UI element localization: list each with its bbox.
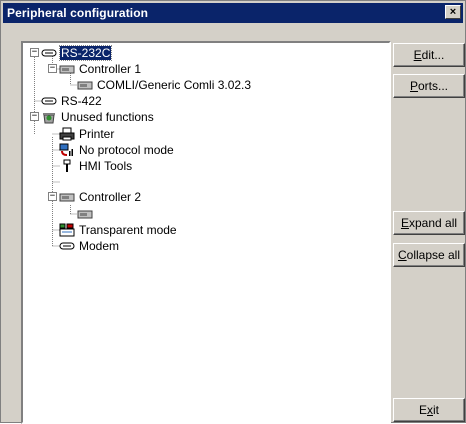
close-button[interactable]: × bbox=[445, 5, 461, 19]
tree-node-transparent-mode[interactable]: Transparent mode bbox=[59, 222, 178, 238]
serial-port-icon bbox=[41, 94, 57, 108]
collapse-all-button-mnemonic: C bbox=[397, 248, 407, 262]
unused-functions-icon bbox=[41, 110, 57, 124]
tree-node-label: Transparent mode bbox=[79, 223, 177, 237]
expand-all-button-mnemonic: E bbox=[400, 216, 409, 230]
expander-unused-functions[interactable]: − bbox=[30, 112, 39, 121]
tree-node-controller-2-child[interactable] bbox=[77, 206, 98, 222]
expander-rs232c[interactable]: − bbox=[30, 48, 39, 57]
exit-button-text-rest: it bbox=[433, 403, 439, 417]
tree-node-controller-2[interactable]: Controller 2 bbox=[59, 189, 142, 205]
title-bar: Peripheral configuration × bbox=[3, 3, 463, 23]
controller-icon bbox=[77, 207, 93, 221]
edit-button-text-rest: dit... bbox=[421, 48, 445, 62]
expander-controller-1[interactable]: − bbox=[48, 64, 57, 73]
tree-node-label: COMLI/Generic Comli 3.02.3 bbox=[97, 78, 252, 92]
tree-node-controller-1[interactable]: Controller 1 bbox=[59, 61, 142, 77]
collapse-all-button-text-rest: ollapse all bbox=[406, 248, 461, 262]
tree-node-label: Unused functions bbox=[61, 110, 154, 124]
controller-icon bbox=[59, 62, 75, 76]
edit-button[interactable]: Edit... bbox=[393, 43, 465, 67]
edit-button-mnemonic: E bbox=[413, 48, 422, 62]
no-protocol-icon bbox=[59, 143, 75, 157]
exit-button-text: E bbox=[418, 403, 427, 417]
tree-node-modem[interactable]: Modem bbox=[59, 238, 120, 254]
tree-node-label: RS-422 bbox=[61, 94, 102, 108]
expand-all-button[interactable]: Expand all bbox=[393, 211, 465, 235]
controller-icon bbox=[59, 190, 75, 204]
tree-node-label: RS-232C bbox=[58, 45, 113, 61]
expand-all-button-text-rest: xpand all bbox=[408, 216, 458, 230]
tree-node-hmi-tools[interactable]: HMI Tools bbox=[59, 158, 133, 174]
tree-node-label: HMI Tools bbox=[79, 159, 133, 173]
tree-node-label: Printer bbox=[79, 127, 115, 141]
transparent-mode-icon bbox=[59, 223, 75, 237]
peripheral-tree[interactable]: − − − − RS-232C Controller 1 COMLI/Gener… bbox=[21, 41, 391, 424]
tree-node-label: No protocol mode bbox=[79, 143, 174, 157]
controller-icon bbox=[77, 78, 93, 92]
ports-button[interactable]: Ports... bbox=[393, 74, 465, 98]
window-title: Peripheral configuration bbox=[7, 6, 149, 20]
tree-node-printer[interactable]: Printer bbox=[59, 126, 115, 142]
tree-node-comli[interactable]: COMLI/Generic Comli 3.02.3 bbox=[77, 77, 252, 93]
tree-node-rs422[interactable]: RS-422 bbox=[41, 93, 103, 109]
modem-icon bbox=[59, 239, 75, 253]
serial-port-icon bbox=[41, 46, 57, 60]
expander-controller-2[interactable]: − bbox=[48, 192, 57, 201]
hmi-tools-icon bbox=[59, 159, 75, 173]
ports-button-text-rest: orts... bbox=[418, 79, 449, 93]
tree-node-label: Controller 1 bbox=[79, 62, 142, 76]
printer-icon bbox=[59, 127, 75, 141]
exit-button[interactable]: Exit bbox=[393, 398, 465, 422]
ports-button-mnemonic: P bbox=[409, 79, 418, 93]
tree-node-label: Modem bbox=[79, 239, 120, 253]
tree-node-unused-functions[interactable]: Unused functions bbox=[41, 109, 155, 125]
collapse-all-button[interactable]: Collapse all bbox=[393, 243, 465, 267]
tree-node-no-protocol-mode[interactable]: No protocol mode bbox=[59, 142, 175, 158]
peripheral-configuration-dialog: Peripheral configuration × − − − − RS-23… bbox=[0, 0, 466, 424]
tree-node-label: Controller 2 bbox=[79, 190, 142, 204]
tree-node-rs232c[interactable]: RS-232C bbox=[41, 45, 113, 61]
